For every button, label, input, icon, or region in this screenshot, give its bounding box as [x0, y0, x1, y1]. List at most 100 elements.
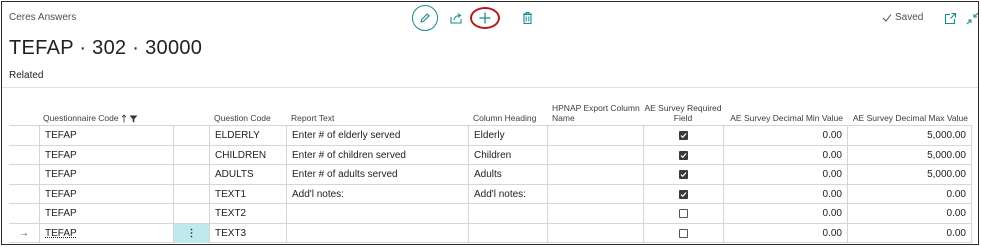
cell-question-code[interactable]: TEXT2	[209, 204, 286, 224]
cell-questionnaire-code[interactable]: TEFAP	[39, 223, 173, 243]
cell-ae-survey-decimal-min-value[interactable]: 0.00	[723, 165, 847, 185]
table-row[interactable]: TEFAP TEXT2 0.00 0.00	[9, 204, 972, 224]
cell-ae-survey-required-field	[643, 145, 723, 165]
trash-icon	[522, 11, 532, 25]
cell-column-heading[interactable]: Children	[468, 145, 547, 165]
row-actions-menu-button[interactable]: ⋮	[173, 223, 209, 243]
collapse-icon	[966, 12, 978, 24]
share-button[interactable]	[448, 10, 464, 26]
cell-report-text[interactable]: Enter # of children served	[286, 145, 468, 165]
plus-icon	[479, 12, 491, 24]
cell-ae-survey-decimal-max-value[interactable]: 5,000.00	[847, 126, 972, 146]
cell-hpnap-export-column-name[interactable]	[547, 184, 643, 204]
cell-hpnap-export-column-name[interactable]	[547, 223, 643, 243]
row-menu-cell[interactable]	[173, 184, 209, 204]
saved-status: Saved	[882, 12, 923, 23]
cell-ae-survey-decimal-min-value[interactable]: 0.00	[723, 223, 847, 243]
cell-ae-survey-decimal-max-value[interactable]: 0.00	[847, 223, 972, 243]
checkmark-icon	[680, 191, 687, 197]
table-row[interactable]: TEFAP TEXT1 Add'l notes: Add'l notes: 0.00 0.…	[9, 184, 972, 205]
row-menu-cell[interactable]	[173, 165, 209, 185]
collapse-button[interactable]	[964, 10, 978, 26]
required-field-checkbox[interactable]	[679, 209, 688, 219]
current-row-indicator[interactable]: →	[9, 224, 39, 244]
column-header-ae-survey-decimal-min-value[interactable]: AE Survey Decimal Min Value	[723, 98, 847, 125]
cell-ae-survey-decimal-min-value[interactable]: 0.00	[723, 184, 847, 204]
row-menu-cell[interactable]	[173, 126, 209, 146]
cell-hpnap-export-column-name[interactable]	[547, 165, 643, 185]
row-indicator[interactable]	[9, 165, 39, 185]
cell-questionnaire-code[interactable]: TEFAP	[39, 165, 173, 185]
cell-question-code[interactable]: ELDERLY	[209, 126, 286, 146]
cell-questionnaire-code[interactable]: TEFAP	[39, 184, 173, 204]
table-row[interactable]: TEFAP ADULTS Enter # of adults served Adult…	[9, 165, 972, 185]
row-menu-cell[interactable]	[173, 145, 209, 165]
cell-ae-survey-decimal-max-value[interactable]: 0.00	[847, 184, 972, 204]
row-indicator[interactable]	[9, 146, 39, 166]
open-new-window-button[interactable]	[942, 10, 958, 26]
cell-column-heading[interactable]	[468, 204, 547, 224]
required-field-checkbox[interactable]	[679, 150, 688, 160]
table-row[interactable]: → TEFAP ⋮ TEXT3 0.00 0.00	[9, 223, 972, 244]
column-header-ae-survey-required-field[interactable]: AE Survey Required Field	[643, 98, 723, 125]
cell-questionnaire-code[interactable]: TEFAP	[39, 126, 173, 146]
cell-report-text[interactable]	[286, 204, 468, 224]
cell-ae-survey-decimal-min-value[interactable]: 0.00	[723, 145, 847, 165]
cell-ae-survey-decimal-max-value[interactable]: 5,000.00	[847, 145, 972, 165]
divider	[2, 87, 978, 88]
required-field-checkbox[interactable]	[679, 131, 688, 141]
table-row[interactable]: TEFAP ELDERLY Enter # of elderly served Eld…	[9, 126, 972, 146]
cell-questionnaire-code[interactable]: TEFAP	[39, 204, 173, 224]
cell-ae-survey-decimal-max-value[interactable]: 0.00	[847, 204, 972, 224]
cell-ae-survey-decimal-min-value[interactable]: 0.00	[723, 204, 847, 224]
delete-button[interactable]	[519, 10, 535, 26]
required-field-checkbox[interactable]	[679, 170, 688, 180]
cell-hpnap-export-column-name[interactable]	[547, 145, 643, 165]
edit-button[interactable]	[412, 5, 438, 31]
cell-report-text[interactable]: Enter # of adults served	[286, 165, 468, 185]
pencil-icon	[420, 13, 430, 23]
cell-report-text[interactable]: Enter # of elderly served	[286, 126, 468, 146]
row-indicator[interactable]	[9, 185, 39, 205]
app-name: Ceres Answers	[9, 12, 77, 23]
sort-ascending-icon	[121, 114, 127, 123]
grid-rows: TEFAP ELDERLY Enter # of elderly served Eld…	[9, 125, 972, 243]
column-header-hpnap-export-column-name[interactable]: HPNAP Export Column Name	[548, 98, 648, 125]
column-header-questionnaire-code[interactable]: Questionnaire Code	[39, 98, 169, 125]
column-header-ae-survey-decimal-max-value[interactable]: AE Survey Decimal Max Value	[847, 98, 972, 125]
cell-column-heading[interactable]	[468, 223, 547, 243]
checkmark-icon	[882, 13, 892, 22]
table-row[interactable]: TEFAP CHILDREN Enter # of children served C…	[9, 145, 972, 166]
new-button[interactable]	[470, 7, 500, 29]
cell-column-heading[interactable]: Adults	[468, 165, 547, 185]
page-title: TEFAP · 302 · 30000	[9, 37, 203, 59]
cell-question-code[interactable]: ADULTS	[209, 165, 286, 185]
row-indicator[interactable]	[9, 126, 39, 146]
popout-icon	[944, 12, 956, 24]
cell-question-code[interactable]: TEXT3	[209, 223, 286, 243]
row-indicator[interactable]	[9, 204, 39, 224]
cell-question-code[interactable]: TEXT1	[209, 184, 286, 204]
cell-questionnaire-code[interactable]: TEFAP	[39, 145, 173, 165]
cell-column-heading[interactable]: Elderly	[468, 126, 547, 146]
required-field-checkbox[interactable]	[679, 228, 688, 238]
cell-hpnap-export-column-name[interactable]	[547, 126, 643, 146]
cell-ae-survey-decimal-max-value[interactable]: 5,000.00	[847, 165, 972, 185]
related-tab[interactable]: Related	[9, 70, 43, 81]
share-icon	[450, 13, 462, 24]
page-frame: Ceres Answers Saved TEFAP · 302 · 30000 …	[1, 1, 979, 245]
saved-label: Saved	[895, 12, 924, 23]
filter-icon	[129, 115, 138, 123]
cell-question-code[interactable]: CHILDREN	[209, 145, 286, 165]
column-header-column-heading[interactable]: Column Heading	[469, 98, 547, 125]
cell-report-text[interactable]: Add'l notes:	[286, 184, 468, 204]
cell-hpnap-export-column-name[interactable]	[547, 204, 643, 224]
cell-column-heading[interactable]: Add'l notes:	[468, 184, 547, 204]
cell-ae-survey-decimal-min-value[interactable]: 0.00	[723, 126, 847, 146]
column-header-report-text[interactable]: Report Text	[287, 98, 467, 125]
required-field-checkbox[interactable]	[679, 189, 688, 199]
column-header-question-code[interactable]: Question Code	[210, 98, 285, 125]
cell-report-text[interactable]	[286, 223, 468, 243]
row-menu-cell[interactable]	[173, 204, 209, 224]
checkmark-icon	[680, 152, 687, 158]
